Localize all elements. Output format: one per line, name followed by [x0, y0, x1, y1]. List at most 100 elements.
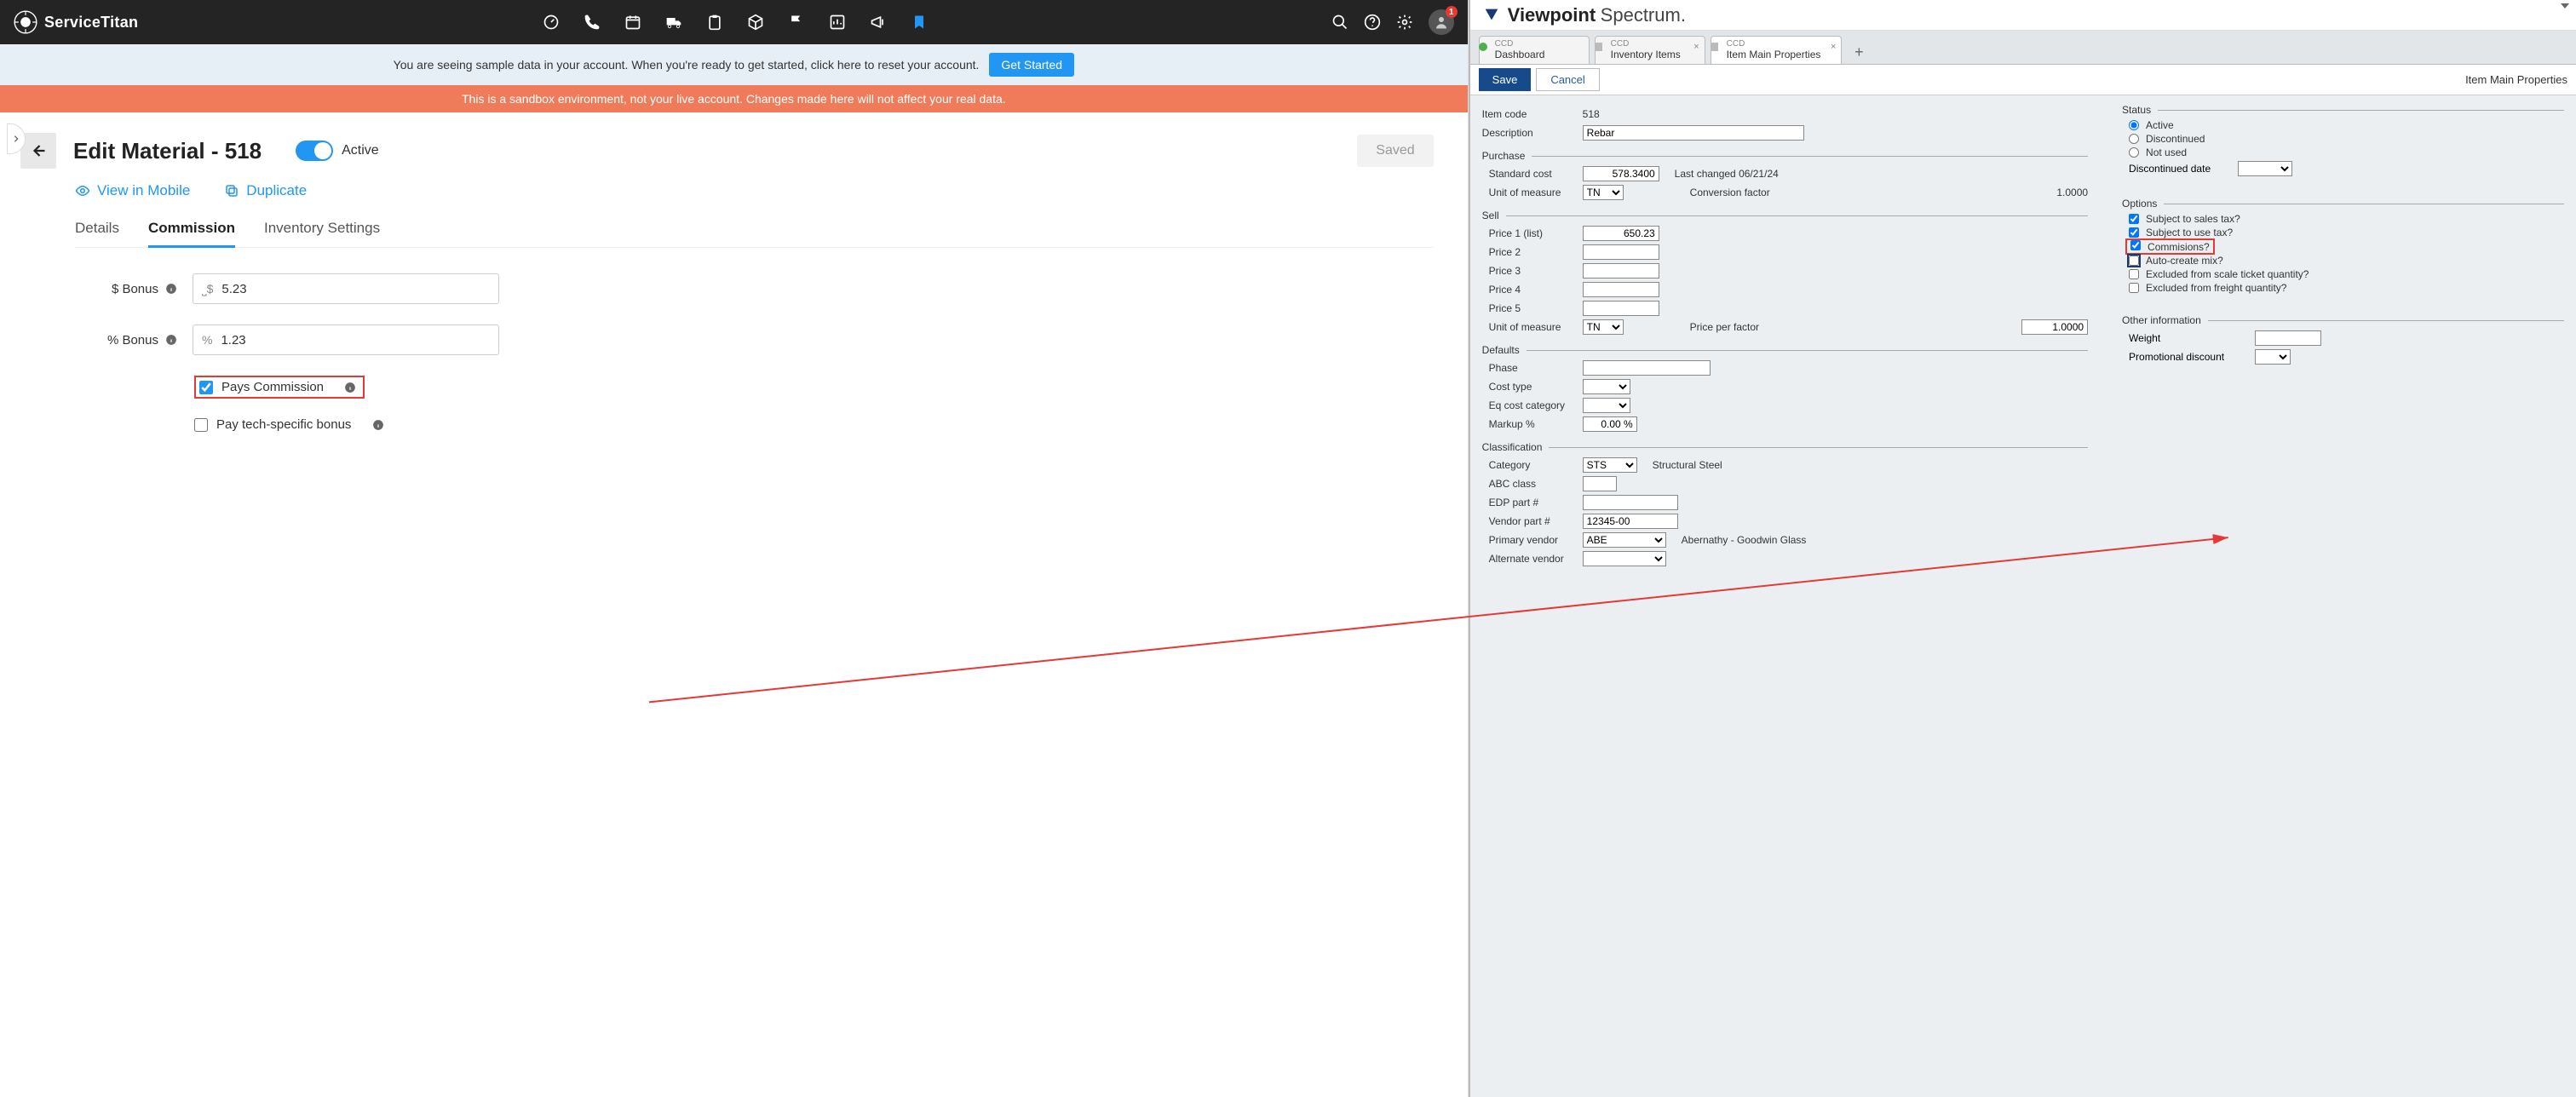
- phone-icon[interactable]: [584, 14, 601, 31]
- pay-tech-bonus-checkbox[interactable]: [194, 418, 208, 432]
- vp-tabs: CCD Dashboard CCD Inventory Items × CCD …: [1470, 31, 2576, 65]
- tab-doc-icon: [1594, 42, 1604, 52]
- status-discontinued-radio[interactable]: [2129, 134, 2139, 144]
- info-icon[interactable]: [165, 283, 177, 295]
- truck-icon[interactable]: [665, 14, 682, 31]
- menu-caret-icon[interactable]: [2561, 3, 2569, 9]
- sell-section: Sell: [1482, 210, 2088, 221]
- flag-icon[interactable]: [788, 14, 805, 31]
- status-section: Status: [2122, 104, 2564, 116]
- alternate-vendor-select[interactable]: [1583, 551, 1666, 566]
- vendor-part-input[interactable]: [1583, 514, 1678, 529]
- duplicate-link[interactable]: Duplicate: [224, 182, 307, 199]
- close-icon[interactable]: ×: [1693, 42, 1699, 52]
- back-button[interactable]: [20, 133, 56, 169]
- opt-commissions-checkbox[interactable]: [2130, 240, 2141, 250]
- primary-vendor-select[interactable]: ABE: [1583, 532, 1666, 548]
- weight-input[interactable]: [2255, 330, 2321, 346]
- price4-input[interactable]: [1583, 282, 1659, 297]
- markup-input[interactable]: [1583, 416, 1637, 432]
- purchase-section: Purchase: [1482, 150, 2088, 162]
- abc-input[interactable]: [1583, 476, 1617, 491]
- material-tabs: Details Commission Inventory Settings: [75, 215, 1434, 248]
- vp-tab-item-properties[interactable]: CCD Item Main Properties ×: [1711, 36, 1843, 64]
- clipboard-icon[interactable]: [706, 14, 723, 31]
- cancel-button[interactable]: Cancel: [1536, 68, 1599, 91]
- status-active-radio[interactable]: [2129, 120, 2139, 130]
- save-button[interactable]: Save: [1479, 68, 1532, 91]
- st-topbar-right-icons: 1: [1331, 9, 1454, 35]
- eq-cost-cat-select[interactable]: [1583, 398, 1630, 413]
- category-select[interactable]: STS: [1583, 457, 1637, 473]
- user-avatar[interactable]: 1: [1429, 9, 1454, 35]
- help-icon[interactable]: [1364, 14, 1381, 31]
- banner-warn-text: This is a sandbox environment, not your …: [462, 92, 1006, 106]
- search-icon[interactable]: [1331, 14, 1348, 31]
- bonus-dollar-input[interactable]: ⎵$ 5.23: [193, 273, 499, 304]
- banner-info-text: You are seeing sample data in your accou…: [394, 58, 980, 72]
- gear-icon[interactable]: [1396, 14, 1413, 31]
- commission-form: $ Bonus ⎵$ 5.23 % Bonus % 1.23: [75, 273, 1434, 432]
- opt-excl-scale-checkbox[interactable]: [2129, 269, 2139, 279]
- phase-input[interactable]: [1583, 360, 1711, 376]
- price3-input[interactable]: [1583, 263, 1659, 279]
- vp-topbar: Viewpoint Spectrum.: [1470, 0, 2576, 31]
- get-started-button[interactable]: Get Started: [989, 53, 1074, 77]
- sandbox-warning-banner: This is a sandbox environment, not your …: [0, 85, 1468, 112]
- tab-details[interactable]: Details: [75, 215, 119, 248]
- pays-commission-checkbox[interactable]: [199, 381, 213, 394]
- bookmark-icon[interactable]: [911, 14, 928, 31]
- new-tab-button[interactable]: +: [1847, 40, 1871, 64]
- gauge-icon[interactable]: [543, 14, 560, 31]
- viewpoint-panel: Viewpoint Spectrum. CCD Dashboard CCD In…: [1469, 0, 2576, 1097]
- info-icon[interactable]: [372, 419, 384, 431]
- bonus-pct-input[interactable]: % 1.23: [193, 325, 499, 355]
- st-topbar: ServiceTitan 1: [0, 0, 1468, 44]
- options-section: Options: [2122, 198, 2564, 210]
- st-brand-text: ServiceTitan: [44, 14, 138, 32]
- info-icon[interactable]: [165, 334, 177, 346]
- cost-type-select[interactable]: [1583, 379, 1630, 394]
- vp-tab-inventory-items[interactable]: CCD Inventory Items ×: [1595, 36, 1705, 64]
- st-logo[interactable]: ServiceTitan: [14, 10, 138, 34]
- servicetitan-logo-icon: [14, 10, 37, 34]
- close-icon[interactable]: ×: [1831, 42, 1836, 52]
- standard-cost-input[interactable]: [1583, 166, 1659, 181]
- bonus-dollar-label: $ Bonus: [112, 282, 158, 296]
- active-toggle-label: Active: [342, 143, 379, 158]
- tab-commission[interactable]: Commission: [148, 215, 235, 248]
- viewpoint-logo-icon: [1482, 6, 1501, 25]
- price-per-factor-input[interactable]: [2021, 319, 2088, 335]
- description-input[interactable]: [1583, 125, 1804, 141]
- pays-commission-label: Pays Commission: [221, 380, 324, 394]
- vp-tab-dashboard[interactable]: CCD Dashboard: [1479, 36, 1590, 64]
- opt-excl-freight-checkbox[interactable]: [2129, 283, 2139, 293]
- discontinued-date-select[interactable]: [2238, 161, 2292, 176]
- info-icon[interactable]: [344, 382, 356, 393]
- price5-input[interactable]: [1583, 301, 1659, 316]
- opt-use-tax-checkbox[interactable]: [2129, 227, 2139, 238]
- box-icon[interactable]: [747, 14, 764, 31]
- active-toggle[interactable]: [296, 141, 333, 161]
- opt-auto-mix-checkbox[interactable]: [2129, 256, 2139, 266]
- price1-input[interactable]: [1583, 226, 1659, 241]
- opt-sales-tax-checkbox[interactable]: [2129, 214, 2139, 224]
- calendar-icon[interactable]: [624, 14, 641, 31]
- uom-select[interactable]: TN: [1583, 185, 1624, 200]
- edp-input[interactable]: [1583, 495, 1678, 510]
- status-notused-radio[interactable]: [2129, 147, 2139, 158]
- sell-uom-select[interactable]: TN: [1583, 319, 1624, 335]
- tab-inventory-settings[interactable]: Inventory Settings: [264, 215, 380, 248]
- view-in-mobile-link[interactable]: View in Mobile: [75, 182, 190, 199]
- megaphone-icon[interactable]: [870, 14, 887, 31]
- promo-discount-select[interactable]: [2255, 349, 2291, 365]
- item-code-label: Item code: [1482, 108, 1576, 120]
- notification-badge: 1: [1446, 6, 1458, 18]
- vp-breadcrumb: Item Main Properties: [2465, 73, 2567, 86]
- uom-label: Unit of measure: [1482, 187, 1576, 198]
- price2-input[interactable]: [1583, 244, 1659, 260]
- other-info-section: Other information: [2122, 314, 2564, 326]
- chart-icon[interactable]: [829, 14, 846, 31]
- vp-form: Item code518 Description Purchase Standa…: [1470, 95, 2576, 1097]
- description-label: Description: [1482, 127, 1576, 139]
